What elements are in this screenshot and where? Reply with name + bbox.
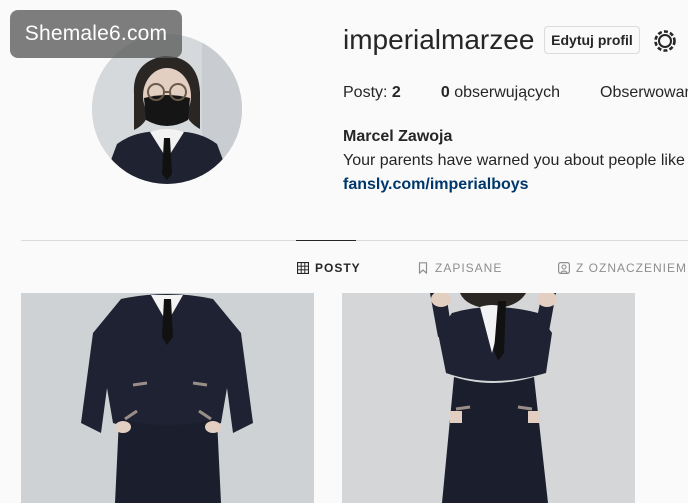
tab-saved[interactable]: ZAPISANE [417,261,502,275]
followers-label: obserwujących [454,84,561,101]
tab-tagged-label: Z OZNACZENIEM [576,261,687,275]
post-thumbnail[interactable] [342,293,635,503]
followers-stat[interactable]: 0 obserwujących [441,84,560,102]
tab-posts-label: POSTY [315,261,361,275]
watermark: Shemale6.com [10,10,182,58]
posts-count: 2 [391,84,401,101]
grid-icon [297,262,309,274]
followers-count: 0 [440,84,450,101]
profile-stats: Posty: 2 0 obserwujących Obserwowani [343,84,688,102]
gear-icon[interactable] [652,28,678,54]
profile-full-name: Marcel Zawoja [343,128,453,145]
bookmark-icon [418,262,428,274]
following-label: Obserwowani [600,84,688,101]
post-image [21,293,314,503]
post-image [342,293,635,503]
profile-link[interactable]: fansly.com/imperialboys [343,176,529,194]
posts-stat: Posty: 2 [343,84,401,102]
tab-posts[interactable]: POSTY [297,261,361,275]
following-stat[interactable]: Obserwowani [600,84,688,102]
posts-label: Posty: [343,84,388,101]
edit-profile-button[interactable]: Edytuj profil [544,26,640,54]
post-thumbnail[interactable] [21,293,314,503]
tab-tagged[interactable]: Z OZNACZENIEM [558,261,687,275]
tagged-icon [558,262,570,274]
active-tab-indicator [296,240,356,241]
tab-saved-label: ZAPISANE [435,261,503,275]
profile-bio: Your parents have warned you about peopl… [343,152,688,169]
profile-username: imperialmarzee [343,24,535,55]
